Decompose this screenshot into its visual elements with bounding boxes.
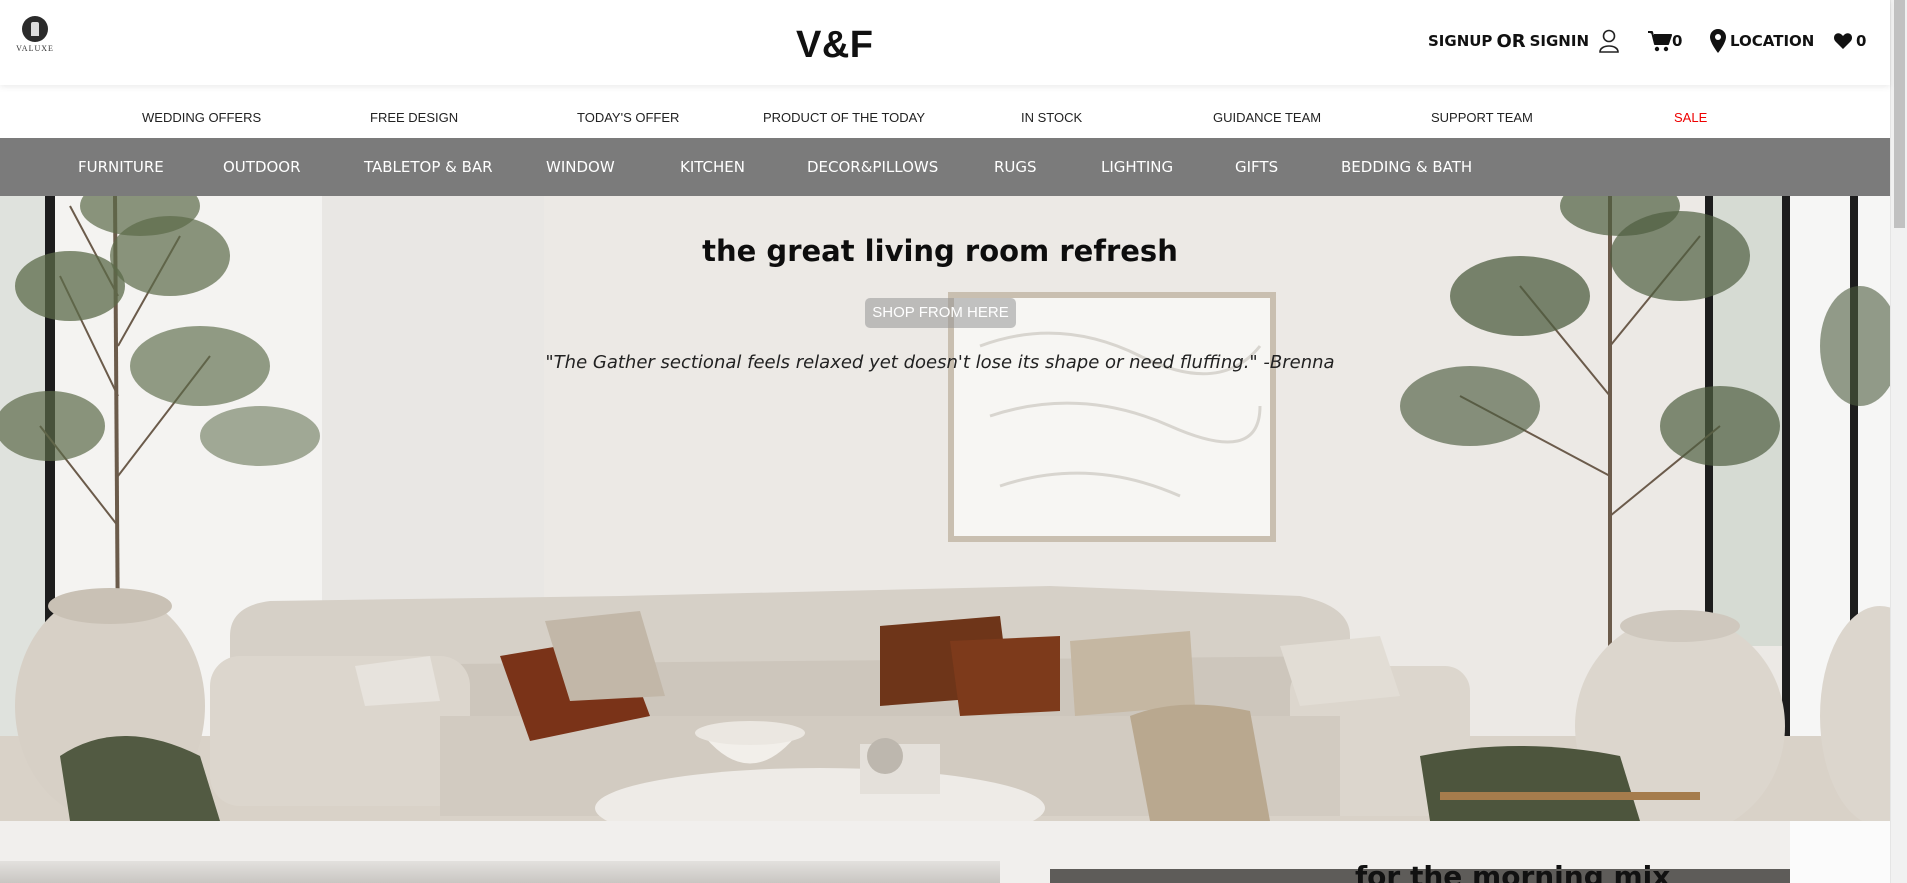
hero-quote: "The Gather sectional feels relaxed yet … [545,352,1335,373]
living-room-image [0,196,1890,821]
map-pin-icon [1710,29,1726,53]
brand-title[interactable]: V&F [796,24,874,67]
nav-free-design[interactable]: FREE DESIGN [370,110,458,125]
category-window[interactable]: WINDOW [546,158,615,176]
user-icon[interactable] [1598,26,1620,56]
scrollbar-thumb[interactable] [1894,0,1905,228]
or-text: OR [1496,30,1526,52]
nav-todays-offer[interactable]: TODAY'S OFFER [577,110,679,125]
page-scrollbar[interactable] [1890,0,1907,883]
cart-button[interactable]: 0 [1648,26,1682,56]
wishlist-count: 0 [1856,32,1867,50]
page: VALUXE V&F SIGNUP OR SIGNIN 0 LOCATION 0… [0,0,1907,883]
nav-sale[interactable]: SALE [1674,110,1707,125]
nav-wedding-offers[interactable]: WEDDING OFFERS [142,110,261,125]
category-nav: FURNITURE OUTDOOR TABLETOP & BAR WINDOW … [0,138,1890,196]
nav-in-stock[interactable]: IN STOCK [1021,110,1082,125]
wishlist-button[interactable]: 0 [1834,26,1866,56]
location-label: LOCATION [1730,32,1815,50]
signup-link[interactable]: SIGNUP [1428,32,1492,50]
logo-icon [22,16,48,42]
category-gifts[interactable]: GIFTS [1235,158,1278,176]
category-rugs[interactable]: RUGS [994,158,1037,176]
cart-count: 0 [1672,32,1683,50]
category-kitchen[interactable]: KITCHEN [680,158,745,176]
site-header: VALUXE V&F SIGNUP OR SIGNIN 0 LOCATION 0 [0,0,1890,85]
category-lighting[interactable]: LIGHTING [1101,158,1173,176]
section-image-left [0,861,1000,883]
valuxe-logo[interactable]: VALUXE [14,16,56,60]
nav-support-team[interactable]: SUPPORT TEAM [1431,110,1533,125]
promo-nav: WEDDING OFFERS FREE DESIGN TODAY'S OFFER… [0,85,1890,138]
category-bedding-bath[interactable]: BEDDING & BATH [1341,158,1472,176]
nav-product-of-the-today[interactable]: PRODUCT OF THE TODAY [763,110,925,125]
category-furniture[interactable]: FURNITURE [78,158,164,176]
nav-guidance-team[interactable]: GUIDANCE TEAM [1213,110,1321,125]
location-button[interactable]: LOCATION [1710,26,1814,56]
shop-from-here-button[interactable]: SHOP FROM HERE [865,298,1016,328]
category-decor-pillows[interactable]: DECOR&PILLOWS [807,158,938,176]
signup-signin-link[interactable]: SIGNUP OR SIGNIN [1428,26,1589,56]
cart-icon [1648,31,1672,52]
heart-icon [1834,33,1852,49]
category-outdoor[interactable]: OUTDOOR [223,158,301,176]
section-title: for the morning mix [1355,860,1671,883]
section-edge [1790,821,1890,883]
category-tabletop-bar[interactable]: TABLETOP & BAR [364,158,493,176]
hero-banner: the great living room refresh SHOP FROM … [0,196,1890,821]
next-section: for the morning mix [0,821,1890,883]
hero-title: the great living room refresh [702,234,1178,268]
signin-link[interactable]: SIGNIN [1530,32,1589,50]
logo-text: VALUXE [16,44,54,53]
